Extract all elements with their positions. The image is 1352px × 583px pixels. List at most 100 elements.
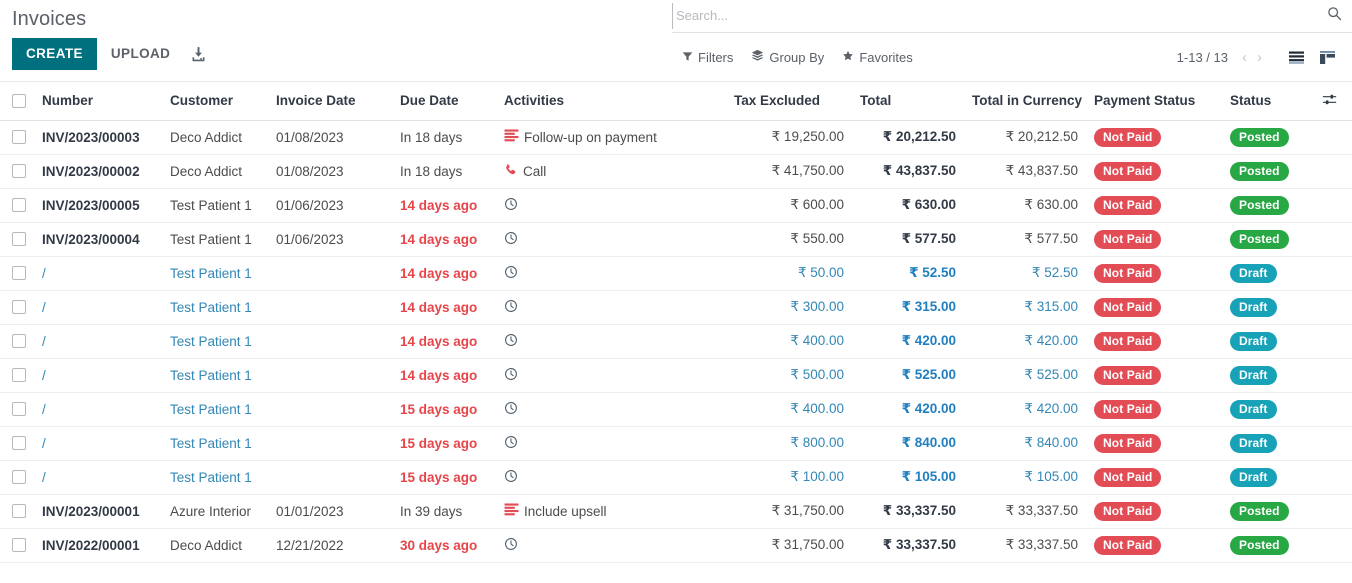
cell-number[interactable]: INV/2022/00001	[34, 528, 162, 563]
cell-activities[interactable]: Call	[496, 154, 726, 189]
cell-number[interactable]: /	[34, 392, 162, 427]
cell-number[interactable]: /	[34, 426, 162, 461]
cell-due-date[interactable]: 14 days ago	[392, 324, 496, 359]
table-row[interactable]: INV/2023/00001 Azure Interior 01/01/2023 In…	[0, 494, 1352, 529]
select-all-checkbox[interactable]	[12, 93, 26, 108]
row-checkbox[interactable]	[12, 334, 26, 348]
cell-number[interactable]: /	[34, 460, 162, 495]
cell-payment-status[interactable]: Not Paid	[1086, 324, 1222, 359]
row-checkbox[interactable]	[12, 164, 26, 178]
column-header-number[interactable]: Number	[34, 82, 162, 121]
cell-invoice-date[interactable]	[268, 460, 392, 495]
cell-total-in-currency[interactable]: ₹ 20,212.50	[964, 120, 1086, 155]
cell-status[interactable]: Draft	[1222, 426, 1322, 461]
cell-payment-status[interactable]: Not Paid	[1086, 290, 1222, 325]
cell-total[interactable]: ₹ 105.00	[852, 460, 964, 495]
pager-previous-button[interactable]: ‹	[1238, 50, 1251, 65]
create-button[interactable]: CREATE	[12, 38, 97, 70]
cell-total-in-currency[interactable]: ₹ 33,337.50	[964, 494, 1086, 529]
cell-invoice-date[interactable]	[268, 256, 392, 291]
cell-number[interactable]: INV/2023/00003	[34, 120, 162, 155]
cell-number[interactable]: /	[34, 324, 162, 359]
cell-number[interactable]: /	[34, 290, 162, 325]
cell-due-date[interactable]: In 18 days	[392, 120, 496, 155]
cell-total-in-currency[interactable]: ₹ 105.00	[964, 460, 1086, 495]
cell-due-date[interactable]: 14 days ago	[392, 358, 496, 393]
cell-activities[interactable]	[496, 290, 726, 325]
cell-status[interactable]: Posted	[1222, 154, 1322, 189]
cell-tax-excluded[interactable]: ₹ 400.00	[726, 324, 852, 359]
cell-total[interactable]: ₹ 43,837.50	[852, 154, 964, 189]
table-row[interactable]: INV/2023/00003 Deco Addict 01/08/2023 In 18…	[0, 120, 1352, 155]
cell-due-date[interactable]: 15 days ago	[392, 426, 496, 461]
cell-total[interactable]: ₹ 525.00	[852, 358, 964, 393]
cell-tax-excluded[interactable]: ₹ 100.00	[726, 460, 852, 495]
column-header-activities[interactable]: Activities	[496, 82, 726, 121]
cell-customer[interactable]: Test Patient 1	[162, 358, 268, 393]
cell-tax-excluded[interactable]: ₹ 550.00	[726, 222, 852, 257]
column-header-customer[interactable]: Customer	[162, 82, 268, 121]
cell-total[interactable]: ₹ 420.00	[852, 324, 964, 359]
cell-due-date[interactable]: 14 days ago	[392, 290, 496, 325]
row-checkbox[interactable]	[12, 198, 26, 212]
row-checkbox[interactable]	[12, 300, 26, 314]
cell-tax-excluded[interactable]: ₹ 500.00	[726, 358, 852, 393]
cell-number[interactable]: /	[34, 256, 162, 291]
cell-total[interactable]: ₹ 577.50	[852, 222, 964, 257]
cell-payment-status[interactable]: Not Paid	[1086, 528, 1222, 563]
table-row[interactable]: INV/2023/00004 Test Patient 1 01/06/2023 14…	[0, 222, 1352, 257]
table-row[interactable]: / Test Patient 1 15 days ago ₹ 800.00 ₹ 840.…	[0, 426, 1352, 461]
cell-activities[interactable]: Include upsell	[496, 494, 726, 529]
cell-due-date[interactable]: 14 days ago	[392, 222, 496, 257]
cell-invoice-date[interactable]: 01/08/2023	[268, 120, 392, 155]
cell-total-in-currency[interactable]: ₹ 33,337.50	[964, 528, 1086, 563]
cell-activities[interactable]	[496, 460, 726, 495]
cell-total-in-currency[interactable]: ₹ 840.00	[964, 426, 1086, 461]
cell-activities[interactable]	[496, 528, 726, 563]
cell-payment-status[interactable]: Not Paid	[1086, 154, 1222, 189]
cell-number[interactable]: INV/2023/00002	[34, 154, 162, 189]
cell-due-date[interactable]: In 18 days	[392, 154, 496, 189]
cell-invoice-date[interactable]: 01/08/2023	[268, 154, 392, 189]
cell-status[interactable]: Posted	[1222, 120, 1322, 155]
cell-number[interactable]: INV/2023/00005	[34, 188, 162, 223]
table-row[interactable]: / Test Patient 1 15 days ago ₹ 400.00 ₹ 420.…	[0, 392, 1352, 427]
column-header-payment-status[interactable]: Payment Status	[1086, 82, 1222, 121]
cell-customer[interactable]: Test Patient 1	[162, 324, 268, 359]
cell-number[interactable]: INV/2023/00001	[34, 494, 162, 529]
cell-invoice-date[interactable]	[268, 392, 392, 427]
cell-payment-status[interactable]: Not Paid	[1086, 494, 1222, 529]
cell-tax-excluded[interactable]: ₹ 300.00	[726, 290, 852, 325]
cell-payment-status[interactable]: Not Paid	[1086, 358, 1222, 393]
list-view-icon[interactable]	[1288, 50, 1305, 65]
row-checkbox[interactable]	[12, 436, 26, 450]
table-row[interactable]: / Test Patient 1 14 days ago ₹ 400.00 ₹ 420.…	[0, 324, 1352, 359]
cell-status[interactable]: Draft	[1222, 324, 1322, 359]
cell-customer[interactable]: Test Patient 1	[162, 290, 268, 325]
favorites-menu[interactable]: Favorites	[842, 50, 913, 65]
cell-total-in-currency[interactable]: ₹ 577.50	[964, 222, 1086, 257]
cell-activities[interactable]	[496, 222, 726, 257]
cell-tax-excluded[interactable]: ₹ 600.00	[726, 188, 852, 223]
row-checkbox[interactable]	[12, 402, 26, 416]
cell-total[interactable]: ₹ 52.50	[852, 256, 964, 291]
table-row[interactable]: INV/2023/00005 Test Patient 1 01/06/2023 14…	[0, 188, 1352, 223]
cell-total-in-currency[interactable]: ₹ 315.00	[964, 290, 1086, 325]
cell-customer[interactable]: Deco Addict	[162, 120, 268, 155]
pager-next-button[interactable]: ›	[1253, 50, 1266, 65]
cell-due-date[interactable]: In 39 days	[392, 494, 496, 529]
cell-payment-status[interactable]: Not Paid	[1086, 426, 1222, 461]
table-row[interactable]: INV/2022/00001 Deco Addict 12/21/2022 30 da…	[0, 528, 1352, 563]
cell-status[interactable]: Draft	[1222, 256, 1322, 291]
table-row[interactable]: / Test Patient 1 14 days ago ₹ 300.00 ₹ 315.…	[0, 290, 1352, 325]
cell-activities[interactable]	[496, 426, 726, 461]
cell-invoice-date[interactable]: 01/01/2023	[268, 494, 392, 529]
upload-button[interactable]: UPLOAD	[97, 38, 184, 70]
cell-customer[interactable]: Test Patient 1	[162, 222, 268, 257]
column-header-tax-excluded[interactable]: Tax Excluded	[726, 82, 852, 121]
row-checkbox[interactable]	[12, 368, 26, 382]
cell-payment-status[interactable]: Not Paid	[1086, 120, 1222, 155]
cell-status[interactable]: Posted	[1222, 222, 1322, 257]
cell-invoice-date[interactable]	[268, 358, 392, 393]
cell-tax-excluded[interactable]: ₹ 31,750.00	[726, 528, 852, 563]
